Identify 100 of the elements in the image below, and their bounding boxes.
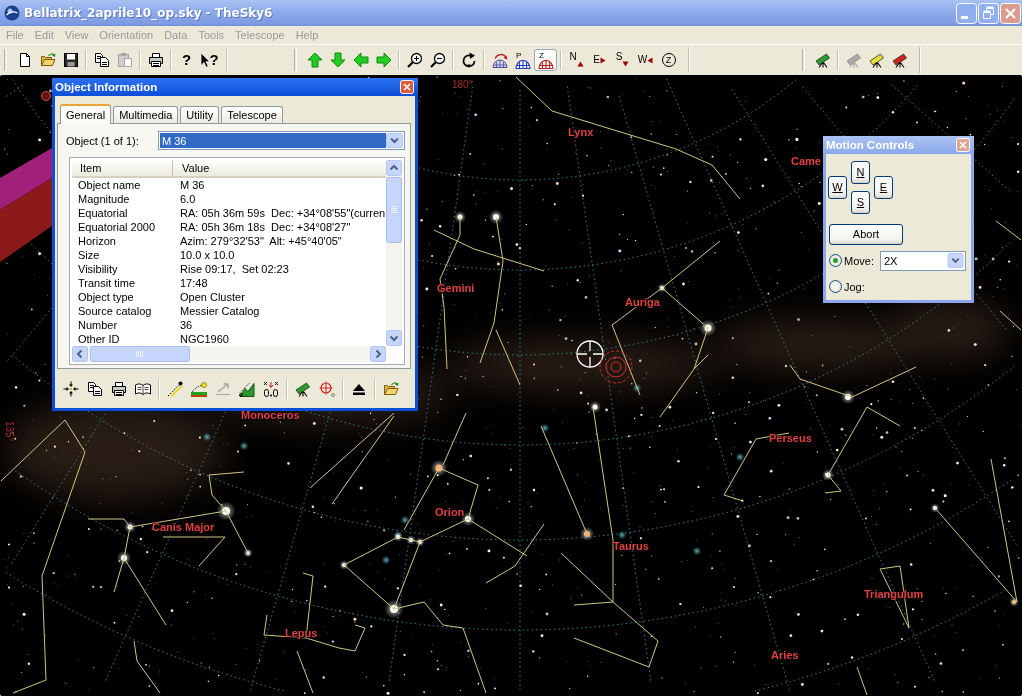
triangle-up-icon bbox=[576, 61, 584, 67]
arrow-down-icon bbox=[329, 52, 346, 68]
item-cell-text: Visibility bbox=[77, 262, 119, 276]
constellation-label: Lynx bbox=[568, 126, 594, 138]
value-cell-text: Rise 09:17, Set 02:23 bbox=[179, 262, 289, 276]
face-east-button[interactable]: E bbox=[588, 49, 611, 71]
item-cell-text: Equatorial 2000 bbox=[77, 220, 157, 234]
scroll-right-button[interactable] bbox=[370, 346, 386, 362]
arrow-left-icon bbox=[352, 52, 369, 68]
arrow-right-icon bbox=[375, 52, 392, 68]
face-west-button[interactable]: W bbox=[634, 49, 657, 71]
scroll-down-button[interactable] bbox=[386, 330, 402, 346]
item-cell-text: Object name bbox=[77, 178, 142, 192]
item-cell-text: Horizon bbox=[77, 234, 117, 248]
context-help-button[interactable]: ? bbox=[198, 49, 221, 71]
toolbar-grip[interactable] bbox=[802, 49, 805, 71]
item-cell-text: Source catalog bbox=[77, 304, 153, 318]
dome-icon bbox=[491, 52, 508, 68]
tab[interactable]: Utility bbox=[180, 106, 220, 123]
value-cell-text: 10.0 x 10.0 bbox=[179, 248, 235, 262]
marker-icon bbox=[41, 91, 51, 101]
dialog-title: Object Information bbox=[55, 81, 158, 93]
toolbar-grip[interactable] bbox=[294, 49, 297, 71]
triangle-right-icon bbox=[599, 56, 606, 64]
digits-icon bbox=[262, 381, 279, 397]
zoom-in-icon bbox=[406, 52, 423, 68]
star-cluster-icon bbox=[632, 383, 642, 393]
column-header[interactable]: Value bbox=[173, 160, 210, 176]
value-cell-text: 36 bbox=[179, 318, 193, 332]
zoom-out-icon bbox=[429, 52, 446, 68]
telescope-icon bbox=[294, 381, 311, 397]
copy-icon bbox=[93, 52, 110, 68]
constellation-label: Came bbox=[791, 155, 821, 167]
scroll-left-button[interactable] bbox=[72, 346, 88, 362]
object-dropdown[interactable]: M 36 bbox=[158, 131, 405, 150]
constellation-label: Orion bbox=[435, 506, 465, 518]
star-cluster-icon bbox=[735, 452, 745, 462]
coordinate-label: 180° bbox=[452, 79, 473, 91]
value-cell-text: 6.0 bbox=[179, 192, 196, 206]
printer-icon bbox=[110, 381, 127, 397]
target-icon bbox=[318, 381, 335, 397]
scrollbar-thumb[interactable] bbox=[90, 346, 190, 362]
copy-icon bbox=[86, 381, 103, 397]
dome-view-button[interactable]: P bbox=[511, 49, 534, 71]
app-icon bbox=[4, 5, 20, 21]
bright-star bbox=[454, 211, 466, 223]
tab[interactable]: Telescope bbox=[221, 106, 283, 123]
value-cell-text: 17:48 bbox=[179, 276, 208, 290]
printer-icon bbox=[147, 52, 164, 68]
constellation-label: Gemini bbox=[437, 282, 475, 294]
constellation-label: Taurus bbox=[613, 540, 649, 552]
help-button[interactable]: ? bbox=[175, 49, 198, 71]
bright-star bbox=[822, 469, 834, 481]
toolbar-grip[interactable] bbox=[4, 49, 7, 71]
value-cell-text: M 36 bbox=[179, 178, 205, 192]
triangle-down-icon bbox=[622, 61, 630, 67]
circular-arrow-icon bbox=[460, 52, 477, 68]
vertical-scrollbar[interactable] bbox=[386, 160, 402, 346]
tab[interactable]: General bbox=[60, 104, 112, 124]
horizontal-scrollbar[interactable] bbox=[72, 346, 386, 362]
bright-star bbox=[1009, 597, 1019, 607]
dialog-title: Motion Controls bbox=[826, 139, 915, 151]
item-cell-text: Equatorial bbox=[77, 206, 129, 220]
coordinate-label: 135° bbox=[3, 421, 15, 442]
value-cell-text: Open Cluster bbox=[179, 290, 245, 304]
landscape-icon bbox=[190, 381, 207, 397]
value-cell-text: Azim: 279°32'53" Alt: +45°40'05" bbox=[179, 234, 342, 248]
star-cluster-icon bbox=[239, 441, 249, 451]
book-icon bbox=[134, 381, 151, 397]
star-cluster-icon bbox=[692, 546, 702, 556]
close-button[interactable] bbox=[1000, 2, 1021, 24]
scroll-up-button[interactable] bbox=[386, 160, 402, 176]
item-cell-text: Transit time bbox=[77, 276, 137, 290]
bright-star bbox=[339, 560, 349, 570]
crosshair-icon bbox=[576, 340, 604, 368]
bright-star bbox=[243, 548, 253, 558]
value-cell-text: NGC1960 bbox=[179, 332, 229, 346]
constellation-label: Canis Major bbox=[152, 521, 215, 533]
target-marker-icon bbox=[599, 350, 633, 384]
column-header[interactable]: Item bbox=[72, 160, 173, 176]
bright-star bbox=[589, 401, 601, 413]
item-cell-text: Number bbox=[77, 318, 119, 332]
face-south-button[interactable]: S bbox=[611, 49, 634, 71]
bright-star bbox=[657, 283, 667, 293]
cursor-arrow-icon bbox=[200, 52, 211, 68]
folder-icon bbox=[382, 381, 399, 397]
star-cluster-icon bbox=[540, 423, 550, 433]
zenith-button[interactable]: Z bbox=[657, 49, 680, 71]
clipboard-icon bbox=[116, 52, 133, 68]
dome-view-button[interactable]: Z bbox=[534, 49, 557, 71]
star-cluster-icon bbox=[617, 530, 627, 540]
chevron-down-icon[interactable] bbox=[386, 133, 403, 148]
value-cell-text: RA: 05h 36m 18s Dec: +34°08'27" bbox=[179, 220, 351, 234]
arrow-icon bbox=[214, 381, 231, 397]
tab[interactable]: Multimedia bbox=[113, 106, 179, 123]
scrollbar-thumb[interactable] bbox=[386, 177, 402, 243]
bright-star bbox=[930, 503, 940, 513]
close-button[interactable] bbox=[400, 80, 414, 94]
bright-star bbox=[124, 521, 136, 533]
face-north-button[interactable]: N bbox=[565, 49, 588, 71]
